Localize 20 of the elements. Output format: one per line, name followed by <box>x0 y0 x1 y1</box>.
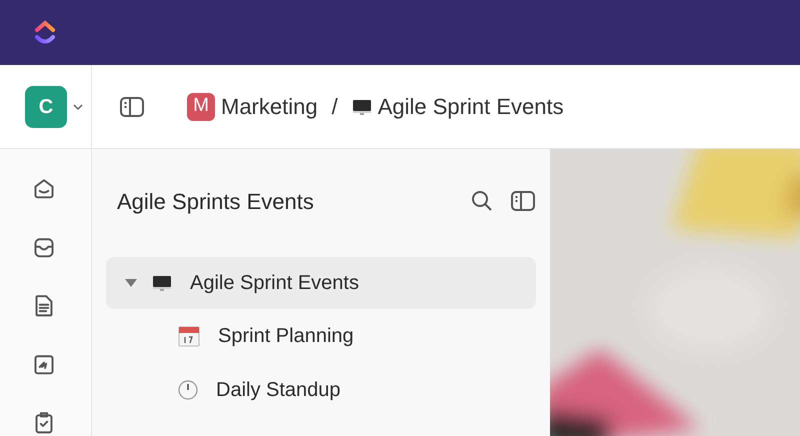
tree-item[interactable]: Daily Standup <box>106 363 536 417</box>
calendar-icon <box>178 325 200 347</box>
tree-item-label: Daily Standup <box>216 378 341 403</box>
clock-icon <box>178 380 198 400</box>
tree-item[interactable]: Agile Sprint Events <box>106 257 536 309</box>
sidebar-toggle-icon[interactable] <box>119 96 145 118</box>
tree-item-label: Sprint Planning <box>218 324 354 349</box>
tree-item-label: Agile Sprint Events <box>190 271 359 296</box>
breadcrumb-separator: / <box>332 93 338 121</box>
monitor-icon <box>152 273 172 293</box>
chevron-down-icon[interactable] <box>72 102 84 110</box>
search-icon[interactable] <box>470 189 494 213</box>
breadcrumb-link[interactable]: Agile Sprint Events <box>352 90 564 123</box>
panel-toggle-icon[interactable] <box>510 190 536 212</box>
breadcrumb-link[interactable]: M Marketing <box>187 90 318 123</box>
logo-icon[interactable] <box>33 18 57 46</box>
caret-icon[interactable] <box>124 278 138 288</box>
sidebar-title: Agile Sprints Events <box>117 188 314 216</box>
space-badge: M <box>187 92 215 120</box>
tree-item[interactable]: Sprint Planning <box>106 309 536 363</box>
